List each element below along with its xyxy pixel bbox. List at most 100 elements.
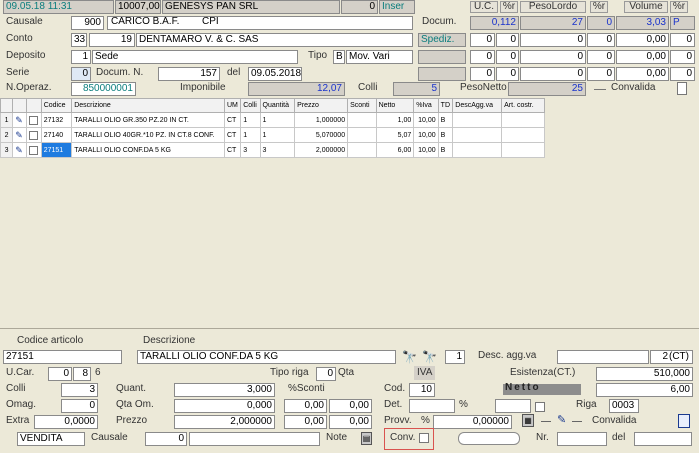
conv-checkbox[interactable] (419, 433, 429, 443)
sconto3-input[interactable]: 0,00 (284, 415, 327, 429)
spediz-r2-field[interactable]: 0 (587, 33, 615, 47)
convalida-book-icon[interactable] (678, 414, 690, 428)
ser-uc-field[interactable]: 0 (470, 67, 495, 81)
edit-icon[interactable]: ✎ (12, 112, 28, 128)
row-checkbox[interactable] (26, 112, 42, 128)
docum-n-label: Docum. N. (96, 67, 144, 78)
grid-header-prezzo[interactable]: Prezzo (294, 98, 349, 113)
ser-r3-field[interactable]: 0 (670, 67, 695, 81)
del-date-input[interactable]: 09.05.2018 (248, 67, 302, 81)
spediz-pesolordo-field[interactable]: 0 (520, 33, 586, 47)
ser-volume-field[interactable]: 0,00 (616, 67, 669, 81)
omag-input[interactable]: 0 (61, 399, 98, 413)
bottom-del-input[interactable] (634, 432, 692, 446)
docum-n-input[interactable]: 157 (158, 67, 220, 81)
spediz-r3-field[interactable]: 0 (670, 33, 695, 47)
col-percent-r-header[interactable]: %r (500, 1, 518, 13)
row-checkbox[interactable] (26, 127, 42, 143)
ser-pesolordo-field[interactable]: 0 (520, 67, 586, 81)
grid-header-descagg[interactable]: DescAgg.va (452, 98, 503, 113)
grid-header-artcostr[interactable]: Art. costr. (501, 98, 545, 113)
deposito-code-input[interactable]: 1 (71, 50, 91, 64)
grid-header-descrizione[interactable]: Descrizione (71, 98, 225, 113)
serie-input[interactable]: 0 (71, 67, 91, 81)
qtaom-input[interactable]: 0,000 (174, 399, 275, 413)
ser-r2-field[interactable]: 0 (587, 67, 615, 81)
items-grid[interactable]: Codice Descrizione UM Colli Quantità Pre… (0, 98, 545, 158)
grid-header-colli[interactable]: Colli (240, 98, 261, 113)
sconto1-input[interactable]: 0,00 (284, 399, 327, 413)
binoculars-icon-2[interactable]: 🔭 (422, 350, 437, 364)
cell-um: CT (223, 127, 242, 143)
dep-r2-field[interactable]: 0 (587, 50, 615, 64)
cell-td: B (437, 112, 454, 128)
nr-input[interactable] (557, 432, 607, 446)
row-checkbox[interactable] (26, 142, 42, 158)
det-checkbox[interactable] (535, 402, 545, 412)
provv-percent-label: % (421, 415, 430, 426)
quant-input[interactable]: 3,000 (174, 383, 275, 397)
del-label: del (227, 67, 241, 78)
extra-input[interactable]: 0,0000 (34, 415, 98, 429)
spediz-r1-field[interactable]: 0 (496, 33, 519, 47)
det-percent-label: % (459, 399, 468, 410)
vendita-field[interactable]: VENDITA (17, 432, 85, 446)
table-row[interactable]: 3 ✎ 27151 TARALLI OLIO CONF.DA 5 KG CT 3… (0, 142, 545, 158)
descagg-input[interactable] (557, 350, 649, 364)
dep-r3-field[interactable]: 0 (670, 50, 695, 64)
dep-volume-field[interactable]: 0,00 (616, 50, 669, 64)
causale-code-input[interactable]: 900 (71, 16, 104, 30)
spediz-uc-field[interactable]: 0 (470, 33, 495, 47)
col-percent-r-header-3[interactable]: %r (670, 1, 688, 13)
col-volume-header[interactable]: Volume (624, 1, 668, 13)
col-pesolordo-header[interactable]: PesoLordo (520, 1, 586, 13)
cell-artcostr (501, 142, 545, 158)
note-icon[interactable]: ▤ (361, 432, 372, 445)
ucar-b-field[interactable]: 8 (73, 367, 91, 381)
ser-r1-field[interactable]: 0 (496, 67, 519, 81)
det-input[interactable] (409, 399, 455, 413)
ucar-a-field[interactable]: 0 (48, 367, 72, 381)
binoculars-icon[interactable]: 🔭 (402, 350, 417, 364)
grid-header-codice[interactable]: Codice (40, 98, 73, 113)
grid-header-quantita[interactable]: Quantità (259, 98, 296, 113)
detail-colli-input[interactable]: 3 (61, 383, 98, 397)
dep-uc-field[interactable]: 0 (470, 50, 495, 64)
grid-header-um[interactable]: UM (223, 98, 242, 113)
edit-pen-icon[interactable]: ✎ (557, 413, 566, 427)
det-extra-input[interactable] (495, 399, 531, 413)
codice-articolo-input[interactable]: 27151 (3, 350, 122, 364)
esistenza-label: Esistenza( (510, 367, 557, 378)
grid-header-sconti[interactable]: Sconti (347, 98, 377, 113)
cell-codice-selected[interactable]: 27151 (40, 142, 73, 158)
detail-counter-field: 1 (445, 350, 465, 364)
edit-icon[interactable]: ✎ (12, 142, 28, 158)
sconto4-input[interactable]: 0,00 (329, 415, 372, 429)
grid-header-netto[interactable]: Netto (375, 98, 415, 113)
tipo-code-input[interactable]: B (333, 50, 345, 64)
conv-slider[interactable] (458, 432, 520, 445)
spediz-volume-field[interactable]: 0,00 (616, 33, 669, 47)
conto-a-input[interactable]: 33 (71, 33, 87, 47)
convalida-toggle[interactable] (677, 82, 687, 95)
dep-r1-field[interactable]: 0 (496, 50, 519, 64)
edit-icon[interactable]: ✎ (12, 127, 28, 143)
cell-colli: 1 (240, 127, 261, 143)
col-uc-header[interactable]: U.C. (470, 1, 498, 13)
grid-icon-header (12, 98, 28, 113)
col-percent-r-header-2[interactable]: %r (590, 1, 608, 13)
cod-input[interactable]: 10 (409, 383, 435, 397)
dep-pesolordo-field[interactable]: 0 (520, 50, 586, 64)
prezzo-input[interactable]: 2,000000 (174, 415, 275, 429)
tiporiga-field[interactable]: 0 (316, 367, 336, 381)
sconto2-input[interactable]: 0,00 (329, 399, 372, 413)
descrizione-input[interactable]: TARALLI OLIO CONF.DA 5 KG (137, 350, 396, 364)
grid-header-td[interactable]: TD (437, 98, 454, 113)
conto-b-input[interactable]: 19 (89, 33, 135, 47)
bottom-causale-input[interactable]: 0 (145, 432, 187, 446)
table-row[interactable]: 2 ✎ 27140 TARALLI OLIO 40GR.*10 PZ. IN C… (0, 127, 545, 143)
table-row[interactable]: 1 ✎ 27132 TARALLI OLIO GR.350 PZ.20 IN C… (0, 112, 545, 128)
grid-header-iva[interactable]: %Iva (413, 98, 439, 113)
provv-input[interactable]: 0,00000 (433, 415, 512, 429)
calculator-icon[interactable]: ▦ (522, 414, 534, 427)
